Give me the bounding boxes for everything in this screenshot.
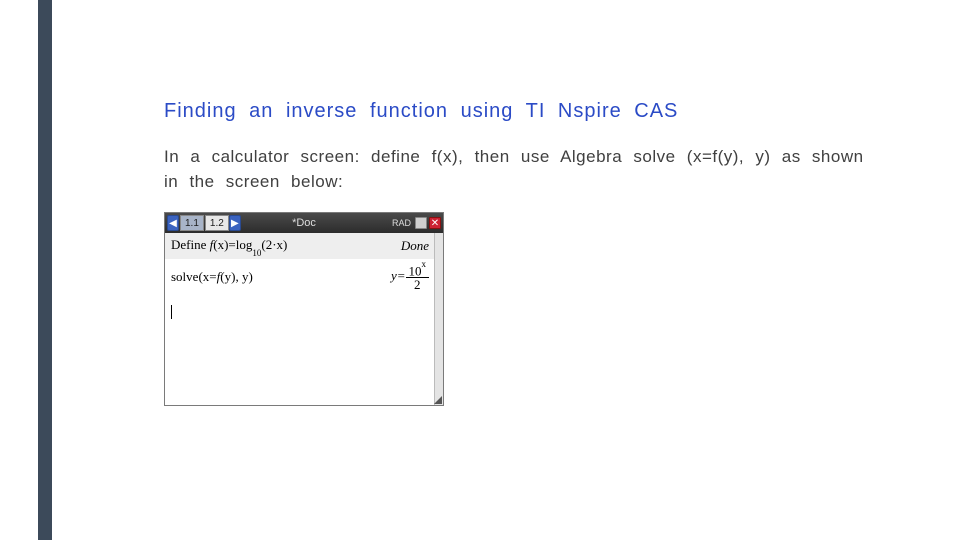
slide-content: Finding an inverse function using TI Nsp… bbox=[164, 100, 864, 406]
fn-arg: (x) bbox=[213, 237, 228, 252]
body-text: In a calculator screen: define f(x), the… bbox=[164, 145, 864, 194]
fraction-num: 10x bbox=[406, 263, 430, 278]
angle-mode-badge: RAD bbox=[390, 218, 413, 228]
calc-body: Define f(x)=log10(2·x) Done solve(x=f(y)… bbox=[165, 233, 443, 405]
calc-titlebar: ◀ 1.1 1.2 ▶ *Doc RAD ✕ bbox=[165, 213, 443, 233]
close-icon[interactable]: ✕ bbox=[429, 217, 441, 229]
calc-scrollbar[interactable] bbox=[434, 233, 443, 405]
text: Define bbox=[171, 237, 210, 252]
farg: (y) bbox=[220, 269, 235, 284]
slide-accent-bar bbox=[38, 0, 52, 540]
comma-y: , y bbox=[235, 269, 248, 284]
log-arg: (2·x) bbox=[261, 237, 287, 252]
calc-row-1-result: Done bbox=[401, 238, 429, 254]
resize-grip-icon bbox=[434, 396, 442, 404]
xeq: x= bbox=[203, 269, 217, 284]
calc-row-2-input: solve(x=f(y), y) bbox=[171, 269, 253, 285]
fraction-den: 2 bbox=[406, 278, 430, 291]
calc-row-2[interactable]: solve(x=f(y), y) y=10x2 bbox=[165, 259, 443, 295]
calc-row-2-result: y=10x2 bbox=[391, 263, 429, 291]
yeq: y= bbox=[391, 268, 406, 283]
cursor-icon bbox=[171, 305, 172, 319]
calculator-screenshot: ◀ 1.1 1.2 ▶ *Doc RAD ✕ Define f(x)=log10… bbox=[164, 212, 444, 406]
heading: Finding an inverse function using TI Nsp… bbox=[164, 100, 864, 123]
calc-row-1-input: Define f(x)=log10(2·x) bbox=[171, 237, 287, 255]
nav-next-button[interactable]: ▶ bbox=[229, 215, 241, 231]
tab-1-2[interactable]: 1.2 bbox=[205, 215, 229, 231]
eq-log: =log bbox=[228, 237, 252, 252]
num-base: 10 bbox=[409, 263, 422, 278]
tab-1-1[interactable]: 1.1 bbox=[180, 215, 204, 231]
solve-cmd: solve bbox=[171, 269, 198, 284]
nav-prev-button[interactable]: ◀ bbox=[167, 215, 179, 231]
calc-row-1[interactable]: Define f(x)=log10(2·x) Done bbox=[165, 233, 443, 259]
titlebar-right: RAD ✕ bbox=[390, 217, 443, 229]
num-exp: x bbox=[422, 259, 427, 269]
doc-icon[interactable] bbox=[415, 217, 427, 229]
calc-input-line[interactable] bbox=[165, 295, 443, 327]
fraction: 10x2 bbox=[406, 263, 430, 291]
paren-close: ) bbox=[248, 269, 252, 284]
log-base: 10 bbox=[252, 248, 261, 258]
document-name: *Doc bbox=[292, 217, 316, 229]
